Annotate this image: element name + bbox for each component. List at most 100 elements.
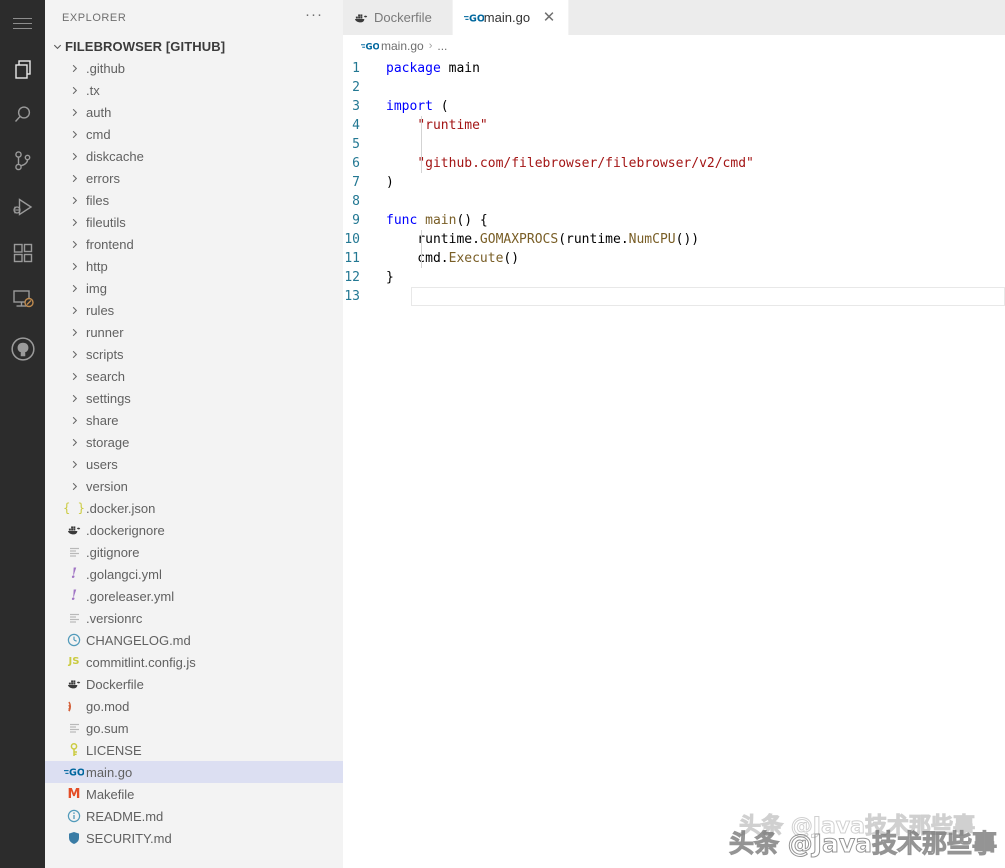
- yaml-icon: !: [63, 567, 85, 581]
- tree-file-label: main.go: [85, 765, 132, 780]
- tree-folder-files[interactable]: files: [45, 189, 343, 211]
- code-line[interactable]: 10 runtime.GOMAXPROCS(runtime.NumCPU()): [343, 230, 1005, 249]
- tree-file-go-mod[interactable]: go.mod: [45, 695, 343, 717]
- tree-folder-frontend[interactable]: frontend: [45, 233, 343, 255]
- tree-folder-version[interactable]: version: [45, 475, 343, 497]
- tree-folder-diskcache[interactable]: diskcache: [45, 145, 343, 167]
- tab-dockerfile[interactable]: Dockerfile: [343, 0, 453, 35]
- chevron-right-icon: [63, 63, 85, 74]
- tree-file-golangci-yml[interactable]: !.golangci.yml: [45, 563, 343, 585]
- breadcrumb-more[interactable]: ...: [437, 39, 447, 53]
- code-line[interactable]: 9func main() {: [343, 211, 1005, 230]
- code-line[interactable]: 4 "runtime": [343, 116, 1005, 135]
- tree-folder-label: storage: [85, 435, 129, 450]
- tree-file-dockerignore[interactable]: .dockerignore: [45, 519, 343, 541]
- tree-folder-storage[interactable]: storage: [45, 431, 343, 453]
- tree-file-versionrc[interactable]: .versionrc: [45, 607, 343, 629]
- close-icon[interactable]: ✕: [540, 10, 558, 25]
- chevron-right-icon: [63, 151, 85, 162]
- tree-folder-errors[interactable]: errors: [45, 167, 343, 189]
- tree-file-LICENSE[interactable]: LICENSE: [45, 739, 343, 761]
- explorer-more-actions-icon[interactable]: ···: [305, 11, 323, 25]
- tree-folder-users[interactable]: users: [45, 453, 343, 475]
- code-line[interactable]: 12}: [343, 268, 1005, 287]
- tree-folder-auth[interactable]: auth: [45, 101, 343, 123]
- tree-folder-fileutils[interactable]: fileutils: [45, 211, 343, 233]
- breadcrumb-separator-icon: ›: [424, 40, 438, 52]
- github-icon[interactable]: [0, 326, 45, 372]
- tree-file-label: .gitignore: [85, 545, 139, 560]
- tree-folder-label: runner: [85, 325, 124, 340]
- makefile-icon: M: [63, 788, 85, 801]
- indent-guide: [421, 116, 422, 173]
- tree-file-CHANGELOG-md[interactable]: CHANGELOG.md: [45, 629, 343, 651]
- run-debug-icon[interactable]: [0, 184, 45, 230]
- code-text: runtime.GOMAXPROCS(runtime.NumCPU()): [386, 230, 1005, 249]
- tree-folder-label: diskcache: [85, 149, 144, 164]
- source-control-icon[interactable]: [0, 138, 45, 184]
- code-line[interactable]: 7): [343, 173, 1005, 192]
- line-number: 2: [343, 78, 386, 97]
- tree-file-README-md[interactable]: README.md: [45, 805, 343, 827]
- explorer-header: EXPLORER ···: [45, 0, 343, 35]
- chevron-right-icon: [63, 107, 85, 118]
- remote-explorer-icon[interactable]: [0, 276, 45, 322]
- explorer-icon[interactable]: [0, 46, 45, 92]
- line-number: 7: [343, 173, 386, 192]
- tab-bar: DockerfileGOmain.go✕: [343, 0, 1005, 35]
- tree-folder-runner[interactable]: runner: [45, 321, 343, 343]
- code-line[interactable]: 8: [343, 192, 1005, 211]
- docker-icon: [354, 12, 374, 24]
- extensions-icon[interactable]: [0, 230, 45, 276]
- svg-text:GO: GO: [469, 13, 484, 23]
- search-icon[interactable]: [0, 92, 45, 138]
- tab-main-go[interactable]: GOmain.go✕: [453, 0, 569, 35]
- tree-file-label: .docker.json: [85, 501, 155, 516]
- tree-folder-rules[interactable]: rules: [45, 299, 343, 321]
- line-number: 13: [343, 287, 386, 306]
- code-text: }: [386, 268, 1005, 287]
- code-line[interactable]: 1package main: [343, 59, 1005, 78]
- chevron-down-icon: [49, 35, 65, 57]
- tree-folder-img[interactable]: img: [45, 277, 343, 299]
- activity-bar: [0, 0, 45, 868]
- tree-file-Makefile[interactable]: MMakefile: [45, 783, 343, 805]
- tree-folder-scripts[interactable]: scripts: [45, 343, 343, 365]
- code-editor[interactable]: 1package main23import (4 "runtime"56 "gi…: [343, 57, 1005, 868]
- tree-folder-search[interactable]: search: [45, 365, 343, 387]
- tree-folder-label: .github: [85, 61, 125, 76]
- code-line[interactable]: 3import (: [343, 97, 1005, 116]
- code-line[interactable]: 11 cmd.Execute(): [343, 249, 1005, 268]
- tree-folder-settings[interactable]: settings: [45, 387, 343, 409]
- tree-file-commitlint-config-js[interactable]: JScommitlint.config.js: [45, 651, 343, 673]
- tree-file-main-go[interactable]: GOmain.go: [45, 761, 343, 783]
- tree-file-label: LICENSE: [85, 743, 142, 758]
- breadcrumb-file[interactable]: main.go: [381, 39, 424, 53]
- menu-icon[interactable]: [0, 6, 45, 40]
- text-icon: [63, 722, 85, 734]
- tree-folder-cmd[interactable]: cmd: [45, 123, 343, 145]
- code-text: func main() {: [386, 211, 1005, 230]
- code-line[interactable]: 6 "github.com/filebrowser/filebrowser/v2…: [343, 154, 1005, 173]
- code-text: package main: [386, 59, 1005, 78]
- tree-folder-http[interactable]: http: [45, 255, 343, 277]
- tree-folder-share[interactable]: share: [45, 409, 343, 431]
- tree-root-filebrowser[interactable]: FILEBROWSER [GITHUB]: [45, 35, 343, 57]
- shield-icon: [63, 831, 85, 845]
- chevron-right-icon: [63, 327, 85, 338]
- chevron-right-icon: [63, 459, 85, 470]
- tree-file-docker-json[interactable]: { }.docker.json: [45, 497, 343, 519]
- tree-folder-dot-tx[interactable]: .tx: [45, 79, 343, 101]
- tree-file-go-sum[interactable]: go.sum: [45, 717, 343, 739]
- tree-file-gitignore[interactable]: .gitignore: [45, 541, 343, 563]
- code-text: ): [386, 173, 1005, 192]
- sidebar-explorer: EXPLORER ··· FILEBROWSER [GITHUB] .githu…: [45, 0, 343, 868]
- tree-folder-dot-github[interactable]: .github: [45, 57, 343, 79]
- tree-file-SECURITY-md[interactable]: SECURITY.md: [45, 827, 343, 849]
- tree-file-Dockerfile[interactable]: Dockerfile: [45, 673, 343, 695]
- editor-area: DockerfileGOmain.go✕ GO main.go › ... 1p…: [343, 0, 1005, 868]
- code-line[interactable]: 2: [343, 78, 1005, 97]
- tree-file-goreleaser-yml[interactable]: !.goreleaser.yml: [45, 585, 343, 607]
- code-line[interactable]: 13: [343, 287, 1005, 306]
- code-line[interactable]: 5: [343, 135, 1005, 154]
